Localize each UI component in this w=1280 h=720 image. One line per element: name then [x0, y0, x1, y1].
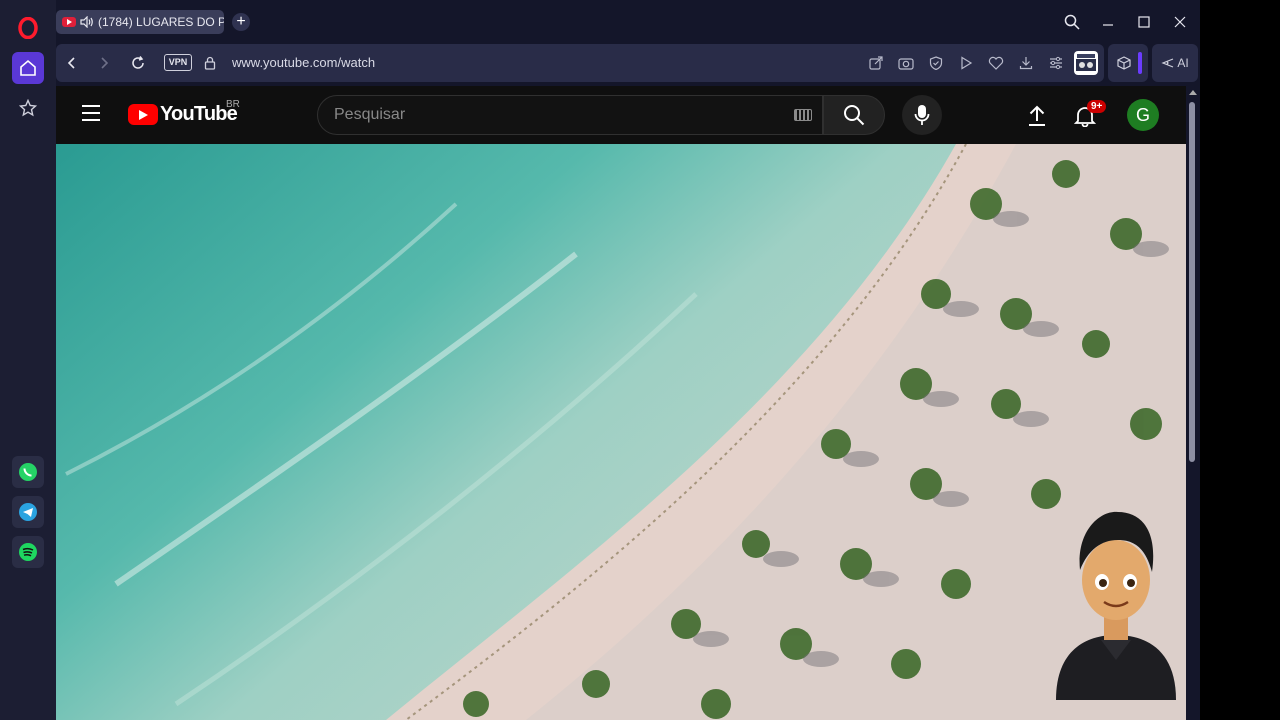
extensions-button[interactable]: [1108, 44, 1148, 82]
play-outline-icon: [961, 56, 973, 70]
cube-icon: [1117, 56, 1131, 70]
easy-setup-button[interactable]: [1047, 54, 1065, 72]
download-icon: [1019, 57, 1033, 70]
extension-indicator: [1138, 52, 1142, 74]
voice-search-button[interactable]: [902, 95, 942, 135]
menu-button[interactable]: [82, 105, 102, 125]
youtube-logo[interactable]: YouTube: [128, 103, 238, 126]
search-input[interactable]: [334, 106, 754, 124]
aria-ai-button[interactable]: AI: [1152, 44, 1198, 82]
heart-icon: [988, 56, 1004, 70]
hamburger-icon-bar: [82, 112, 100, 114]
close-window-button[interactable]: [1168, 10, 1192, 34]
bookmark-heart-button[interactable]: [987, 54, 1005, 72]
extension-logo-icon[interactable]: [1074, 51, 1098, 75]
search-button[interactable]: [823, 95, 885, 135]
notification-count-badge: 9+: [1087, 100, 1107, 113]
video-player[interactable]: [56, 144, 1186, 720]
sidebar-whatsapp-button[interactable]: [12, 456, 44, 488]
player-button[interactable]: [957, 54, 975, 72]
minimize-button[interactable]: [1096, 10, 1120, 34]
scroll-up-arrow-icon[interactable]: [1189, 90, 1197, 95]
search-icon: [1064, 14, 1080, 30]
microphone-icon: [914, 105, 930, 125]
camera-icon: [898, 58, 914, 70]
search-icon: [844, 105, 865, 126]
share-icon: [869, 56, 883, 70]
telegram-icon: [19, 503, 37, 521]
youtube-favicon-icon: [62, 17, 76, 27]
vpn-badge[interactable]: VPN: [164, 54, 192, 71]
downloads-button[interactable]: [1017, 54, 1035, 72]
hamburger-icon-bar: [82, 105, 100, 107]
new-tab-button[interactable]: +: [232, 13, 250, 31]
sidebar-pinboard-button[interactable]: [12, 92, 44, 124]
chevron-right-icon: [101, 57, 109, 69]
desktop-background: [1200, 0, 1280, 720]
home-icon: [20, 59, 36, 76]
tab-bar: (1784) LUGARES DO P +: [56, 0, 1200, 42]
page-viewport: YouTube BR 9+ G: [56, 86, 1186, 720]
tab-title: (1784) LUGARES DO P: [98, 15, 224, 29]
reload-button[interactable]: [128, 53, 148, 73]
forward-button[interactable]: [94, 53, 114, 73]
ai-sparkle-icon: [1161, 58, 1174, 68]
youtube-play-logo-icon: [128, 104, 158, 125]
spotify-icon: [19, 543, 37, 561]
maximize-icon: [1138, 16, 1150, 28]
channel-cartoon-avatar-image: [1056, 511, 1176, 700]
sidebar-home-button[interactable]: [12, 52, 44, 84]
adblock-button[interactable]: [927, 54, 945, 72]
opera-logo-icon[interactable]: [14, 14, 42, 42]
chevron-left-icon: [67, 57, 75, 69]
hamburger-icon-bar: [82, 119, 100, 121]
keyboard-icon[interactable]: [794, 109, 812, 121]
minimize-icon: [1103, 24, 1113, 26]
speaker-icon[interactable]: [80, 16, 94, 28]
reload-icon: [132, 56, 144, 69]
upload-icon: [1029, 105, 1045, 126]
browser-window: (1784) LUGARES DO P + VPN www.youtube.co…: [0, 0, 1200, 720]
tab-youtube[interactable]: (1784) LUGARES DO P: [56, 10, 224, 34]
lock-icon[interactable]: [200, 53, 220, 73]
url-field[interactable]: www.youtube.com/watch: [232, 55, 375, 70]
star-outline-icon: [19, 99, 37, 117]
maximize-button[interactable]: [1132, 10, 1156, 34]
snapshot-button[interactable]: [897, 54, 915, 72]
whatsapp-icon: [19, 463, 37, 481]
sidebar-spotify-button[interactable]: [12, 536, 44, 568]
address-bar: VPN www.youtube.com/watch: [56, 44, 1104, 82]
search-box: [317, 95, 823, 135]
page-scrollbar[interactable]: [1186, 86, 1200, 720]
account-avatar[interactable]: G: [1127, 99, 1159, 131]
tab-search-button[interactable]: [1060, 10, 1084, 34]
sidebar-telegram-button[interactable]: [12, 496, 44, 528]
back-button[interactable]: [62, 53, 82, 73]
country-code: BR: [226, 99, 240, 110]
youtube-header: YouTube BR 9+ G: [56, 86, 1186, 144]
close-icon: [1174, 16, 1186, 28]
opera-sidebar: [0, 0, 56, 720]
share-button[interactable]: [867, 54, 885, 72]
sliders-icon: [1050, 56, 1062, 70]
scroll-thumb[interactable]: [1189, 102, 1195, 462]
create-button[interactable]: [1024, 103, 1050, 129]
shield-check-icon: [929, 56, 943, 70]
ai-label: AI: [1177, 56, 1189, 70]
video-frame-beach-image: [56, 144, 1186, 720]
